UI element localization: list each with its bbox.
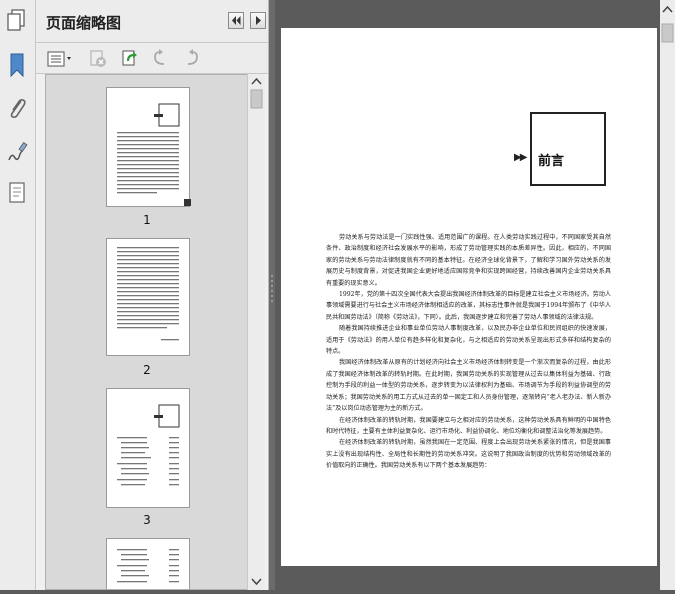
rotate-clockwise-icon <box>187 49 198 65</box>
thumbnail-list: 1 2 3 <box>45 74 248 590</box>
paragraph: 随着我国持续推进企业和事业单位劳动人事制度改革，以及民办非企业单位和民间组织的快… <box>326 325 611 356</box>
thumbnail-page-2[interactable] <box>106 238 190 356</box>
thumbnail-label: 3 <box>143 513 151 527</box>
thumbnail-page-1[interactable] <box>106 87 190 207</box>
thumbnail-resize-handle[interactable] <box>184 199 191 206</box>
bookmark-icon[interactable] <box>6 52 28 78</box>
paragraph: 在经济体制改革的转轨时期，我国要建立与之相对应的劳动关系，这种劳动关系具有鲜明的… <box>326 416 611 435</box>
scroll-thumb <box>661 23 674 43</box>
panel-header: 页面缩略图 <box>36 0 268 43</box>
attachment-icon[interactable] <box>6 95 28 121</box>
thumbnail-label: 2 <box>143 363 151 377</box>
thumbnail-label: 1 <box>143 213 151 227</box>
content-icon[interactable] <box>6 180 28 206</box>
panel-splitter[interactable] <box>269 0 275 590</box>
document-scrollbar[interactable] <box>660 0 675 590</box>
thumbnail-page-3[interactable] <box>106 388 190 508</box>
page-heading: 前言 <box>538 154 565 169</box>
paragraph: 1992年，党的第十四次全国代表大会提出我国经济体制改革的目标是建立社会主义市场… <box>326 291 611 321</box>
panel-title: 页面缩略图 <box>46 14 122 32</box>
body-text: 劳动关系与劳动法是一门实践性强、适用范围广的课程。在人类劳动实践过程中，不同国家… <box>326 232 611 472</box>
expand-panel-button[interactable] <box>250 12 266 29</box>
paragraph: 我国经济体制改革从原有的计划经济向社会主义市场经济体制转变是一个渐次而复杂的过程… <box>326 359 611 413</box>
rotate-page-icon <box>122 50 137 66</box>
redo-rotate-button[interactable] <box>182 49 202 69</box>
chapter-title-box <box>530 112 606 186</box>
navigation-rail <box>0 0 36 590</box>
thumbnail-scrollbar[interactable] <box>247 74 265 590</box>
scroll-up-icon <box>662 5 673 13</box>
title-marker: ▶▶ <box>514 152 527 163</box>
signature-icon[interactable] <box>6 140 28 166</box>
undo-rotate-button[interactable] <box>150 49 170 69</box>
thumbnail-page-4[interactable] <box>106 538 190 589</box>
scroll-thumb <box>250 89 263 109</box>
delete-pages-button[interactable] <box>88 49 108 69</box>
rotate-pages-button[interactable] <box>120 49 140 69</box>
double-chevron-left-icon <box>232 16 241 25</box>
chevron-right-icon <box>256 16 261 25</box>
scroll-up-icon <box>251 77 262 85</box>
rotate-counterclockwise-icon <box>154 49 165 65</box>
page-thumbnails-panel: 页面缩略图 1 2 3 <box>36 0 269 590</box>
collapse-panel-button[interactable] <box>228 12 244 29</box>
options-icon <box>47 51 71 67</box>
paragraph: 劳动关系与劳动法是一门实践性强、适用范围广的课程。在人类劳动实践过程中，不同国家… <box>326 234 611 287</box>
thumbnail-toolbar <box>36 43 268 74</box>
paragraph: 在经济体制改革的转轨时期，虽然我国在一定范围、程度上会出现劳动关系紧张的情况，但… <box>326 439 611 470</box>
scroll-down-icon <box>251 578 262 586</box>
pages-icon[interactable] <box>6 8 28 34</box>
document-page: ▶▶ 前言 劳动关系与劳动法是一门实践性强、适用范围广的课程。在人类劳动实践过程… <box>281 28 657 566</box>
options-menu-button[interactable] <box>46 49 74 69</box>
delete-page-icon <box>90 50 106 67</box>
